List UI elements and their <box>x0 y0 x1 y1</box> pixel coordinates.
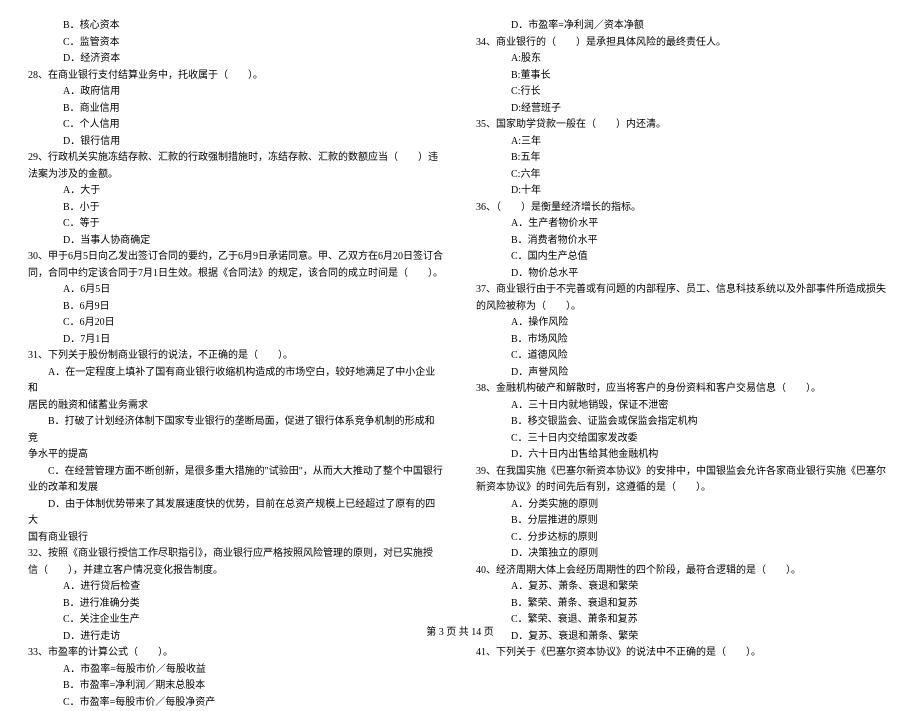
text-line: C．在经营管理方面不断创新，是很多重大措施的"试验田"，从而大大推动了整个中国银… <box>28 464 444 481</box>
text-line: 33、市盈率的计算公式（ ）。 <box>28 645 444 662</box>
text-line: C:行长 <box>476 84 892 101</box>
text-line: C:六年 <box>476 167 892 184</box>
text-line: D．六十日内出售给其他金融机构 <box>476 447 892 464</box>
text-line: D:十年 <box>476 183 892 200</box>
text-line: B:五年 <box>476 150 892 167</box>
text-line: 31、下列关于股份制商业银行的说法，不正确的是（ ）。 <box>28 348 444 365</box>
text-line: 信（ ），并建立客户情况变化报告制度。 <box>28 563 444 580</box>
text-line: 37、商业银行由于不完善或有问题的内部程序、员工、信息科技系统以及外部事件所造成… <box>476 282 892 299</box>
text-line: A．大于 <box>28 183 444 200</box>
text-line: B．6月9日 <box>28 299 444 316</box>
text-line: A．在一定程度上填补了国有商业银行收缩机构造成的市场空白，较好地满足了中小企业和 <box>28 365 444 398</box>
text-line: A．三十日内就地销毁，保证不泄密 <box>476 398 892 415</box>
text-line: 39、在我国实施《巴塞尔新资本协议》的安排中，中国银监会允许各家商业银行实施《巴… <box>476 464 892 481</box>
text-line: 36、（ ）是衡量经济增长的指标。 <box>476 200 892 217</box>
text-line: B:董事长 <box>476 68 892 85</box>
text-line: 30、甲于6月5日向乙发出签订合同的要约，乙于6月9日承诺同意。甲、乙双方在6月… <box>28 249 444 266</box>
text-line: C．6月20日 <box>28 315 444 332</box>
text-line: 41、下列关于《巴塞尔资本协议》的说法中不正确的是（ ）。 <box>476 645 892 662</box>
text-line: B．移交银监会、证监会或保监会指定机构 <box>476 414 892 431</box>
text-line: D．物价总水平 <box>476 266 892 283</box>
text-line: C．分步达标的原则 <box>476 530 892 547</box>
text-line: A:股东 <box>476 51 892 68</box>
text-line: C．监管资本 <box>28 35 444 52</box>
text-line: B．商业信用 <box>28 101 444 118</box>
text-line: 的风险被称为（ ）。 <box>476 299 892 316</box>
text-line: A．政府信用 <box>28 84 444 101</box>
text-line: B．小于 <box>28 200 444 217</box>
text-line: D．市盈率=净利润／资本净额 <box>476 18 892 35</box>
text-line: D．银行信用 <box>28 134 444 151</box>
text-line: 28、在商业银行支付结算业务中，托收属于（ ）。 <box>28 68 444 85</box>
text-line: B．进行准确分类 <box>28 596 444 613</box>
text-line: C．国内生产总值 <box>476 249 892 266</box>
text-line: B．市场风险 <box>476 332 892 349</box>
text-line: 国有商业银行 <box>28 530 444 547</box>
text-line: B．市盈率=净利润／期末总股本 <box>28 678 444 695</box>
text-line: D．7月1日 <box>28 332 444 349</box>
text-line: A．进行贷后检查 <box>28 579 444 596</box>
text-line: 同，合同中约定该合同于7月1日生效。根据《合同法》的规定，该合同的成立时间是（ … <box>28 266 444 283</box>
text-line: C．三十日内交给国家发改委 <box>476 431 892 448</box>
text-line: C．道德风险 <box>476 348 892 365</box>
text-line: 38、金融机构破产和解散时，应当将客户的身份资料和客户交易信息（ ）。 <box>476 381 892 398</box>
page-body: B．核心资本C．监管资本D．经济资本28、在商业银行支付结算业务中，托收属于（ … <box>0 0 920 711</box>
text-line: 新资本协议》的时间先后有别，这遵循的是（ ）。 <box>476 480 892 497</box>
text-line: B．消费者物价水平 <box>476 233 892 250</box>
text-line: 40、经济周期大体上会经历周期性的四个阶段，最符合逻辑的是（ ）。 <box>476 563 892 580</box>
text-line: D．经济资本 <box>28 51 444 68</box>
text-line: D:经营班子 <box>476 101 892 118</box>
text-line: D．决策独立的原则 <box>476 546 892 563</box>
text-line: B．打破了计划经济体制下国家专业银行的垄断局面，促进了银行体系竞争机制的形成和竞 <box>28 414 444 447</box>
text-line: D．声誉风险 <box>476 365 892 382</box>
text-line: 居民的融资和储蓄业务需求 <box>28 398 444 415</box>
text-line: 29、行政机关实施冻结存款、汇款的行政强制措施时，冻结存款、汇款的数额应当（ ）… <box>28 150 444 167</box>
text-line: A．生产者物价水平 <box>476 216 892 233</box>
text-line: 34、商业银行的（ ）是承担具体风险的最终责任人。 <box>476 35 892 52</box>
column-right: D．市盈率=净利润／资本净额34、商业银行的（ ）是承担具体风险的最终责任人。A… <box>476 18 892 711</box>
text-line: C．等于 <box>28 216 444 233</box>
column-left: B．核心资本C．监管资本D．经济资本28、在商业银行支付结算业务中，托收属于（ … <box>28 18 444 711</box>
text-line: D．当事人协商确定 <box>28 233 444 250</box>
text-line: A．市盈率=每股市价／每股收益 <box>28 662 444 679</box>
text-line: C．个人信用 <box>28 117 444 134</box>
text-line: B．核心资本 <box>28 18 444 35</box>
text-line: A:三年 <box>476 134 892 151</box>
text-line: 法案为涉及的金额。 <box>28 167 444 184</box>
text-line: 32、按照《商业银行授信工作尽职指引》，商业银行应严格按照风险管理的原则，对已实… <box>28 546 444 563</box>
text-line: 35、国家助学贷款一般在（ ）内还清。 <box>476 117 892 134</box>
text-line: A．操作风险 <box>476 315 892 332</box>
text-line: A．复苏、萧条、衰退和繁荣 <box>476 579 892 596</box>
page-footer: 第 3 页 共 14 页 <box>0 623 920 638</box>
text-line: 争水平的提高 <box>28 447 444 464</box>
text-line: A．6月5日 <box>28 282 444 299</box>
text-line: A．分类实施的原则 <box>476 497 892 514</box>
text-line: B．繁荣、萧条、衰退和复苏 <box>476 596 892 613</box>
text-line: C．市盈率=每股市价／每股净资产 <box>28 695 444 711</box>
text-line: 业的改革和发展 <box>28 480 444 497</box>
text-line: B．分层推进的原则 <box>476 513 892 530</box>
text-line: D．由于体制优势带来了其发展速度快的优势，目前在总资产规模上已经超过了原有的四大 <box>28 497 444 530</box>
